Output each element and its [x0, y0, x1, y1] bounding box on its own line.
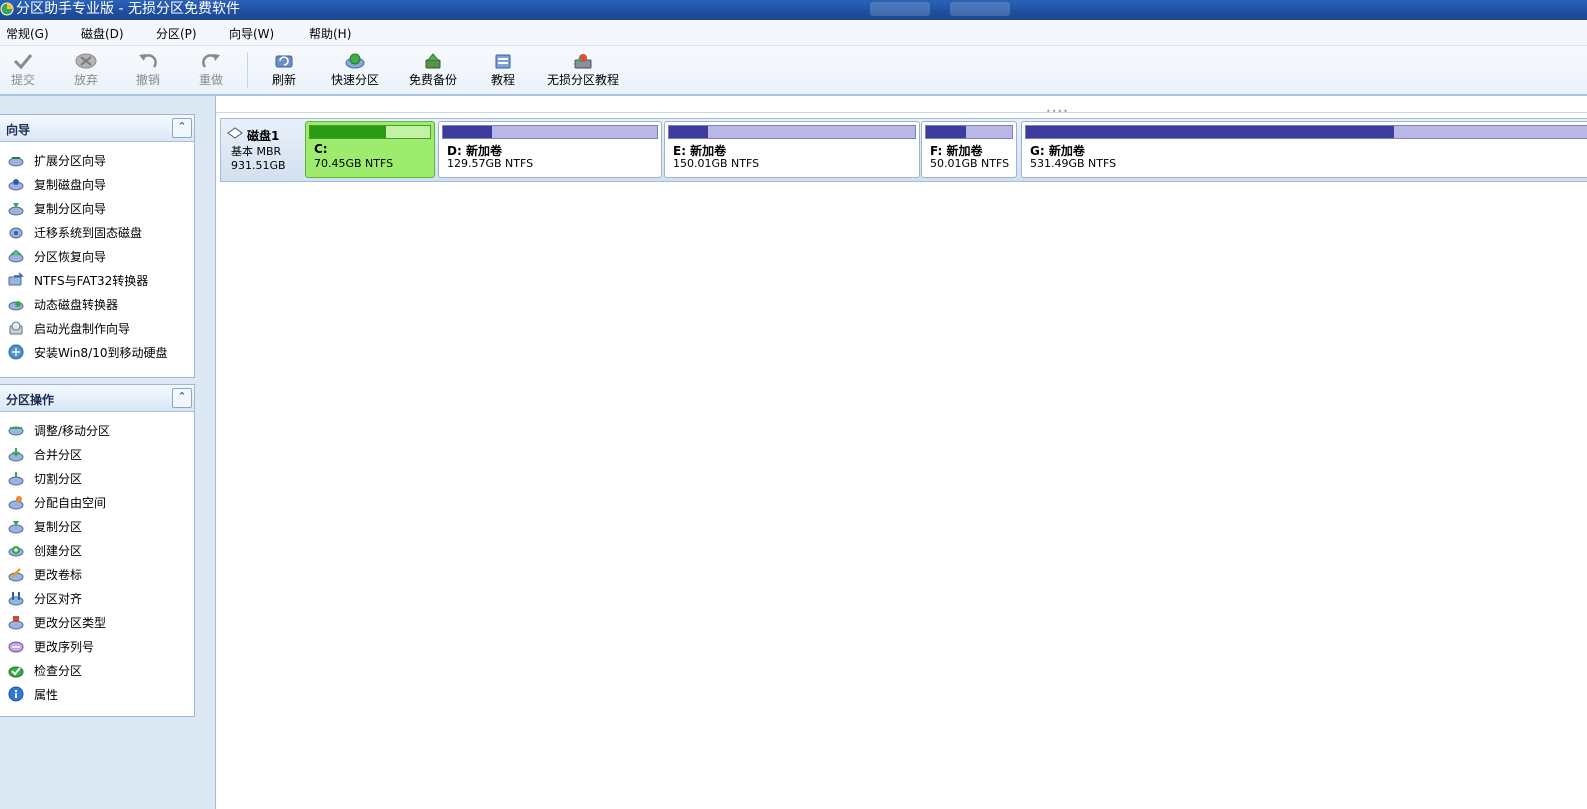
redo-icon [202, 54, 220, 68]
usage-bar [925, 125, 1013, 139]
usage-bar [309, 125, 431, 139]
merge-icon [8, 448, 24, 462]
usage-fill [1026, 126, 1395, 138]
collapse-ops-button[interactable]: ⌃ [172, 388, 192, 408]
info-icon [8, 686, 24, 702]
taskbar-blur-2 [950, 2, 1010, 16]
disk-icon [227, 127, 243, 139]
boot-cd-icon [9, 321, 23, 335]
partition-g[interactable]: G: 新加卷 531.49GB NTFS [1021, 121, 1587, 178]
extend-partition-icon [8, 157, 24, 167]
partition-info: 70.45GB NTFS [314, 157, 394, 170]
wizard-panel-title: 向导 [6, 123, 31, 137]
app-logo-icon [0, 2, 14, 16]
wizard-panel: 向导 ⌃ 扩展分区向导 复制磁盘向导 复制分区向导 迁移系统到固态磁盘 分区恢复… [0, 114, 195, 378]
window-title: 分区助手专业版 - 无损分区免费软件 [16, 1, 240, 17]
tutorial-button[interactable]: 教程 [490, 48, 516, 92]
tutorial-icon [495, 54, 511, 69]
partition-ops-panel: 分区操作 ⌃ 调整/移动分区 合并分区 切割分区 分配自由空间 复制分区 创建分… [0, 384, 195, 717]
migrate-os-icon [9, 227, 23, 239]
disk-size: 931.51GB [231, 159, 286, 172]
menu-help[interactable]: 帮助(H) [309, 25, 351, 42]
wizard-panel-header: 向导 ⌃ [0, 115, 194, 142]
menu-bar: 常规(G) 磁盘(D) 分区(P) 向导(W) 帮助(H) [0, 20, 1587, 46]
checkmark-icon [13, 54, 33, 70]
split-icon [8, 472, 24, 486]
usage-fill [926, 126, 966, 138]
align-icon [8, 592, 24, 606]
partition-ops-title: 分区操作 [6, 393, 55, 407]
refresh-icon [275, 55, 293, 68]
usage-bar [668, 125, 916, 139]
menu-wizard[interactable]: 向导(W) [229, 25, 274, 42]
partition-info: 531.49GB NTFS [1030, 157, 1117, 170]
resize-move-icon [8, 426, 24, 436]
disk-map-area: •••• 磁盘1 基本 MBR 931.51GB C: 70.45GB NTFS… [216, 96, 1587, 809]
windows-to-go-icon [8, 344, 24, 360]
partition-info: 129.57GB NTFS [447, 157, 534, 170]
usage-fill [310, 126, 386, 138]
disk-info[interactable]: 磁盘1 基本 MBR 931.51GB [225, 125, 301, 177]
partition-name: C: [314, 142, 328, 156]
disk-row[interactable]: 磁盘1 基本 MBR 931.51GB C: 70.45GB NTFS D: 新… [220, 118, 1587, 182]
change-label-icon [8, 568, 24, 582]
lossless-tutorial-button[interactable]: 无损分区教程 [546, 48, 620, 92]
converter-icon [8, 272, 24, 286]
allocate-space-icon [8, 496, 24, 510]
lossless-tutorial-icon [574, 54, 592, 69]
partition-type-icon [8, 616, 24, 630]
menu-disk[interactable]: 磁盘(D) [81, 25, 124, 42]
usage-fill [669, 126, 709, 138]
partition-recovery-icon [8, 249, 24, 263]
refresh-button[interactable]: 刷新 [268, 48, 300, 92]
copy-partition-icon [8, 203, 24, 216]
create-partition-icon [8, 546, 24, 557]
partition-e[interactable]: E: 新加卷 150.01GB NTFS [664, 121, 920, 178]
backup-icon [425, 53, 441, 69]
disk-name: 磁盘1 [247, 129, 280, 143]
usage-fill [443, 126, 493, 138]
quick-partition-button[interactable]: 快速分区 [330, 48, 380, 92]
discard-icon [75, 53, 97, 69]
partition-c[interactable]: C: 70.45GB NTFS [305, 121, 435, 178]
quick-partition-icon [345, 53, 365, 69]
title-bar: 分区助手专业版 - 无损分区免费软件 [0, 0, 1587, 20]
splitter-line [216, 112, 1587, 113]
disk-type: 基本 MBR [231, 145, 282, 158]
partition-info: 50.01GB NTFS [930, 157, 1010, 170]
undo-icon [139, 54, 157, 68]
partition-d[interactable]: D: 新加卷 129.57GB NTFS [438, 121, 662, 178]
partition-f[interactable]: F: 新加卷 50.01GB NTFS [921, 121, 1017, 178]
menu-partition[interactable]: 分区(P) [156, 25, 197, 42]
collapse-wizard-button[interactable]: ⌃ [172, 118, 192, 138]
redo-button[interactable]: 重做 [194, 48, 228, 92]
toolbar: 提交 放弃 撤销 重做 刷新 快速分区 免费备份 教程 无损分区教程 [0, 46, 1587, 96]
copy-icon [8, 521, 24, 534]
left-panel: 向导 ⌃ 扩展分区向导 复制磁盘向导 复制分区向导 迁移系统到固态磁盘 分区恢复… [0, 96, 216, 809]
usage-bar [1025, 125, 1587, 139]
commit-button[interactable]: 提交 [6, 48, 40, 92]
free-backup-button[interactable]: 免费备份 [408, 48, 458, 92]
copy-disk-icon [8, 179, 24, 191]
check-partition-icon [8, 666, 24, 678]
usage-bar [442, 125, 658, 139]
taskbar-blur [870, 2, 930, 16]
partition-info: 150.01GB NTFS [673, 157, 760, 170]
partition-ops-header: 分区操作 ⌃ [0, 385, 194, 412]
dynamic-disk-icon [8, 301, 24, 311]
discard-button[interactable]: 放弃 [68, 48, 104, 92]
undo-button[interactable]: 撤销 [131, 48, 165, 92]
serial-number-icon [8, 641, 24, 653]
menu-general[interactable]: 常规(G) [6, 25, 49, 42]
toolbar-separator [247, 52, 248, 88]
